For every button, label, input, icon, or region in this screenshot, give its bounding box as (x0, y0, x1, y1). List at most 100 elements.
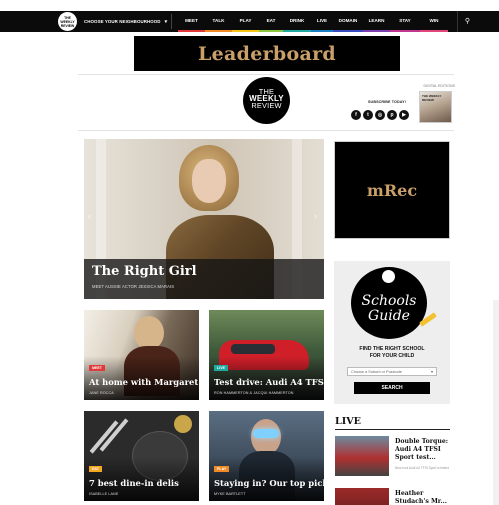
story-byline: RON HAMMERTON & JACQUI HAMMERTON (214, 391, 294, 395)
page-edge (493, 300, 499, 505)
story-image (253, 429, 279, 438)
nav-color-bar (232, 30, 259, 32)
live-list-item[interactable]: Double Torque: Audi A4 TFSI Sport test..… (335, 436, 450, 478)
facebook-icon[interactable]: f (351, 110, 361, 120)
divider (78, 74, 454, 75)
schools-guide-logo (382, 270, 395, 283)
nav-item-label: EAT (266, 18, 276, 23)
carousel-prev-icon[interactable]: ‹ (88, 211, 91, 221)
schools-guide-title-line1: Schools (361, 293, 417, 309)
leaderboard-ad[interactable]: Leaderboard (134, 36, 400, 71)
story-card[interactable]: MEET At home with Margaret JANE ROCCA (84, 310, 199, 400)
story-image (231, 344, 275, 354)
nav-item-label: LIVE (316, 18, 328, 23)
live-section-title[interactable]: LIVE (335, 416, 361, 427)
nav-item-talk[interactable]: TALK (205, 11, 232, 32)
masthead-logo-line3: REVIEW (251, 101, 282, 111)
digital-edition-cover[interactable]: THE WEEKLY REVIEW (419, 91, 452, 123)
nav-color-bar (178, 30, 205, 32)
suburb-postcode-select[interactable]: Choose a Suburb or Postcode ▾ (347, 367, 437, 376)
hero-caption: The Right Girl MEET AUSSIE ACTOR JESSICA… (84, 259, 324, 299)
pinterest-icon[interactable]: p (387, 110, 397, 120)
masthead-logo[interactable]: THE WEEKLY REVIEW (243, 77, 290, 124)
digital-editions-label: DIGITAL EDITIONS (423, 84, 455, 88)
story-card[interactable]: LIVE Test drive: Audi A4 TFSI RON HAMMER… (209, 310, 324, 400)
twitter-icon[interactable]: t (363, 110, 373, 120)
nav-color-bar (333, 30, 363, 32)
nav-item-learn[interactable]: LEARN (363, 11, 390, 32)
schools-search-button[interactable]: SEARCH (354, 382, 430, 394)
category-tag[interactable]: LIVE (214, 365, 228, 371)
story-byline: MYKE BARTLETT (214, 492, 246, 496)
story-title[interactable]: 7 best dine-in delis (89, 478, 197, 488)
category-tag[interactable]: PLAY (214, 466, 230, 472)
site-logo[interactable]: THE WEEKLY REVIEW (58, 12, 77, 31)
cover-masthead: THE WEEKLY REVIEW (422, 94, 442, 102)
top-navigation-bar: THE WEEKLY REVIEW CHOOSE YOUR NEIGHBOURH… (0, 11, 499, 32)
nav-item-meet[interactable]: MEET (178, 11, 205, 32)
nav-color-bar (390, 30, 420, 32)
mrec-ad[interactable]: mRec (334, 141, 450, 239)
nav-item-domain[interactable]: DOMAIN (333, 11, 363, 32)
hero-subtitle: MEET AUSSIE ACTOR JESSICA MARAIS (92, 284, 175, 289)
search-button[interactable]: ⚲ (457, 11, 477, 32)
story-title[interactable]: Test drive: Audi A4 TFSI (214, 377, 324, 387)
nav-item-drink[interactable]: DRINK (283, 11, 311, 32)
chevron-down-icon: ▾ (430, 369, 433, 374)
hero-image (192, 159, 226, 203)
story-image (174, 415, 192, 433)
nav-item-play[interactable]: PLAY (232, 11, 259, 32)
category-tag[interactable]: EAT (89, 466, 102, 472)
suburb-postcode-placeholder: Choose a Suburb or Postcode (351, 370, 402, 374)
schools-guide-title-line2: Guide (368, 308, 410, 324)
story-card[interactable]: EAT 7 best dine-in delis ISABELLE LANE (84, 411, 199, 501)
schools-guide-badge: Schools Guide (351, 267, 437, 339)
instagram-icon[interactable]: ◎ (375, 110, 385, 120)
story-card[interactable]: PLAY Staying in? Our top picks! MYKE BAR… (209, 411, 324, 501)
nav-divider (171, 14, 172, 29)
nav-color-bar (259, 30, 283, 32)
nav-color-bar (311, 30, 333, 32)
nav-item-label: STAY (399, 18, 411, 23)
nav-item-label: WIN (429, 18, 439, 23)
hero-feature[interactable]: ‹ › The Right Girl MEET AUSSIE ACTOR JES… (84, 139, 324, 299)
section-nav: MEET TALK PLAY EAT DRINK LIVE DOMAIN LEA… (178, 11, 448, 32)
nav-color-bar (363, 30, 390, 32)
carousel-next-icon[interactable]: › (314, 211, 317, 221)
search-icon: ⚲ (464, 18, 471, 25)
live-item-thumbnail (335, 436, 389, 476)
youtube-icon[interactable]: ▶ (399, 110, 409, 120)
nav-item-label: MEET (185, 18, 198, 23)
category-tag[interactable]: MEET (89, 365, 105, 371)
neighbourhood-selector[interactable]: CHOOSE YOUR NEIGHBOURHOOD ▾ (84, 11, 167, 32)
schools-guide-heading-line1: FIND THE RIGHT SCHOOL (359, 346, 425, 352)
neighbourhood-label: CHOOSE YOUR NEIGHBOURHOOD (84, 19, 161, 24)
nav-color-bar (420, 30, 448, 32)
schools-guide-heading: FIND THE RIGHT SCHOOL FOR YOUR CHILD (334, 346, 450, 360)
live-list-item[interactable]: Heather Studach's Mr... (335, 488, 450, 505)
leaderboard-ad-label: Leaderboard (197, 42, 336, 65)
hero-title[interactable]: The Right Girl (92, 264, 316, 280)
nav-item-stay[interactable]: STAY (390, 11, 420, 32)
social-links: f t ◎ p ▶ (351, 110, 409, 120)
story-image (134, 316, 164, 350)
live-item-headline[interactable]: Heather Studach's Mr... (395, 490, 450, 505)
story-byline: ISABELLE LANE (89, 492, 119, 496)
story-byline: JANE ROCCA (89, 391, 114, 395)
nav-item-win[interactable]: WIN (420, 11, 448, 32)
live-item-headline[interactable]: Double Torque: Audi A4 TFSI Sport test..… (395, 438, 451, 462)
nav-item-label: DOMAIN (338, 18, 358, 23)
schools-guide-widget: Schools Guide FIND THE RIGHT SCHOOL FOR … (334, 261, 450, 404)
nav-item-label: PLAY (239, 18, 252, 23)
nav-item-label: LEARN (368, 18, 385, 23)
mrec-ad-label: mRec (366, 180, 418, 200)
nav-item-live[interactable]: LIVE (311, 11, 333, 32)
story-title[interactable]: Staying in? Our top picks! (214, 478, 324, 488)
divider (335, 429, 450, 430)
nav-item-eat[interactable]: EAT (259, 11, 283, 32)
nav-color-bar (283, 30, 311, 32)
live-item-summary: New-look Audi A4 TFSI Sport is tested (395, 466, 449, 470)
subscribe-label: SUBSCRIBE TODAY! (368, 100, 407, 104)
story-title[interactable]: At home with Margaret (89, 377, 198, 387)
nav-color-bar (205, 30, 232, 32)
